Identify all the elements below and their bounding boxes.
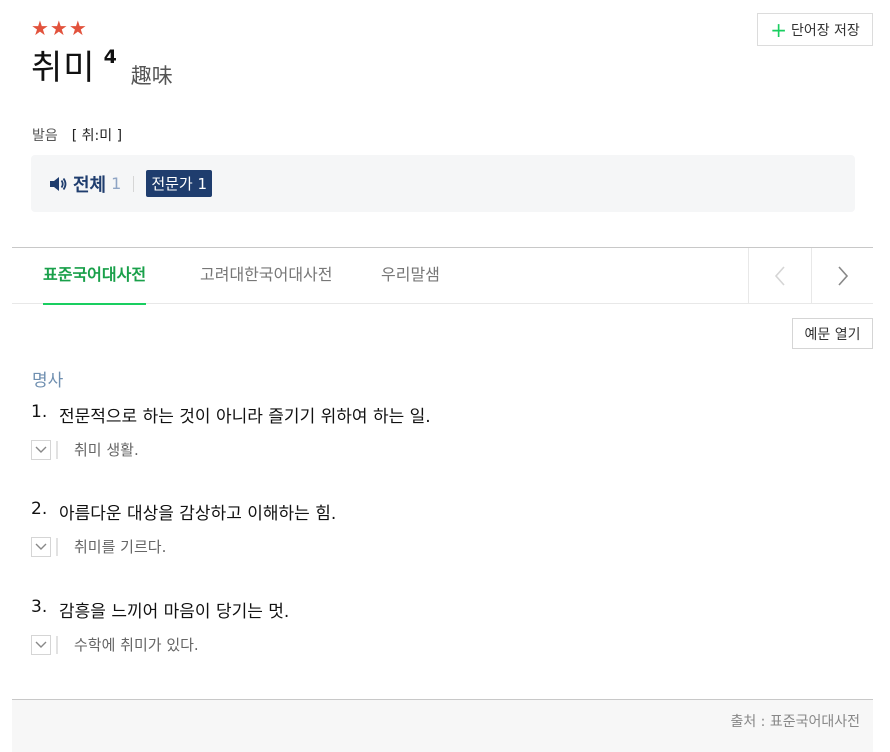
sense-number: 2. (31, 499, 48, 519)
pronunciation: 발음 [ 취:미 ] (32, 125, 122, 145)
divider (56, 440, 58, 459)
chevron-right-icon (837, 265, 848, 286)
chevron-down-icon (35, 641, 47, 648)
tab-urimalsaem[interactable]: 우리말샘 (381, 248, 440, 303)
divider (56, 635, 58, 654)
tab-standard-dictionary[interactable]: 표준국어대사전 (43, 248, 147, 305)
sense-item: 3. 감흥을 느끼어 마음이 당기는 멋. 수학에 취미가 있다. (31, 597, 289, 655)
plus-icon: + (770, 17, 787, 42)
importance-stars: ★★★ (31, 16, 88, 40)
pronunciation-label: 발음 (32, 128, 58, 144)
expert-pronunciation-badge[interactable]: 전문가 1 (146, 170, 213, 197)
save-to-wordbook-button[interactable]: + 단어장 저장 (757, 13, 873, 46)
divider (56, 537, 58, 556)
example-toggle[interactable] (31, 634, 51, 655)
tab-korea-univ-dictionary[interactable]: 고려대한국어대사전 (200, 248, 332, 303)
sense-item: 1. 전문적으로 하는 것이 아니라 즐기기 위하여 하는 일. 취미 생활. (31, 402, 431, 460)
example-toggle[interactable] (31, 439, 51, 460)
chevron-left-icon (774, 265, 785, 286)
source-footer: 출처 : 표준국어대사전 (12, 700, 873, 752)
save-label: 단어장 저장 (790, 22, 860, 39)
part-of-speech: 명사 (32, 371, 64, 391)
sense-item: 2. 아름다운 대상을 감상하고 이해하는 힘. 취미를 기르다. (31, 499, 336, 557)
audio-panel: 전체 1 전문가 1 (31, 155, 855, 212)
chevron-down-icon (35, 446, 47, 453)
chevron-down-icon (35, 543, 47, 550)
example-toggle[interactable] (31, 536, 51, 557)
pronunciation-value: [ 취:미 ] (71, 128, 123, 144)
audio-all-count: 1 (111, 174, 122, 193)
sense-example: 취미 생활. (74, 441, 139, 459)
tabs-prev-button[interactable] (748, 248, 810, 303)
headword-row: 취미 4 趣味 (31, 46, 173, 90)
hanja: 趣味 (130, 64, 173, 88)
open-examples-button[interactable]: 예문 열기 (792, 318, 873, 349)
divider (133, 175, 135, 192)
sense-definition: 감흥을 느끼어 마음이 당기는 멋. (59, 602, 290, 622)
source-label: 출처 : 표준국어대사전 (730, 714, 860, 730)
homonym-number: 4 (103, 46, 117, 68)
sense-number: 1. (31, 402, 48, 422)
audio-all-label[interactable]: 전체 (73, 171, 106, 197)
sense-definition: 아름다운 대상을 감상하고 이해하는 힘. (59, 504, 337, 524)
sense-definition: 전문적으로 하는 것이 아니라 즐기기 위하여 하는 일. (59, 407, 431, 427)
sense-number: 3. (31, 597, 48, 617)
speaker-icon[interactable] (48, 174, 68, 194)
sense-example: 수학에 취미가 있다. (74, 636, 199, 654)
headword: 취미 (31, 48, 96, 88)
dictionary-tabs: 표준국어대사전 고려대한국어대사전 우리말샘 (12, 248, 873, 305)
tabs-next-button[interactable] (811, 248, 873, 303)
sense-example: 취미를 기르다. (74, 538, 167, 556)
